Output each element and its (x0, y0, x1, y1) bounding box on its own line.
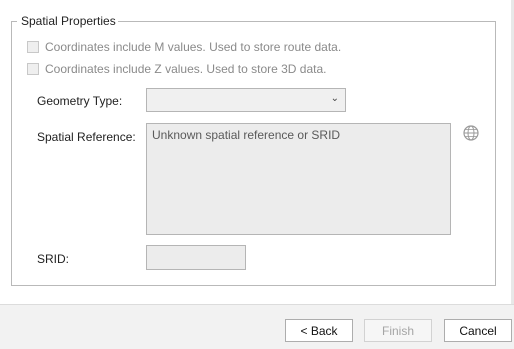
geometry-type-label: Geometry Type: (37, 94, 123, 108)
z-values-option: Coordinates include Z values. Used to st… (27, 61, 326, 77)
back-button[interactable]: < Back (285, 319, 353, 342)
m-values-label: Coordinates include M values. Used to st… (45, 40, 342, 54)
m-values-option: Coordinates include M values. Used to st… (27, 39, 341, 55)
m-values-checkbox[interactable] (27, 41, 39, 53)
z-values-checkbox[interactable] (27, 63, 39, 75)
dialog-footer (0, 304, 514, 349)
spatial-reference-field[interactable]: Unknown spatial reference or SRID (146, 123, 451, 235)
spatial-reference-label: Spatial Reference: (37, 130, 136, 144)
geometry-type-select[interactable]: ⌄ (146, 88, 346, 112)
srid-field[interactable] (146, 245, 246, 270)
srid-label: SRID: (37, 252, 70, 266)
group-border-left (11, 21, 17, 22)
z-values-label: Coordinates include Z values. Used to st… (45, 62, 327, 76)
group-title: Spatial Properties (19, 14, 118, 28)
group-border-right (117, 21, 496, 22)
chevron-down-icon: ⌄ (330, 93, 339, 104)
cancel-button[interactable]: Cancel (444, 319, 512, 342)
globe-icon[interactable] (463, 125, 479, 141)
finish-button[interactable]: Finish (364, 319, 432, 342)
